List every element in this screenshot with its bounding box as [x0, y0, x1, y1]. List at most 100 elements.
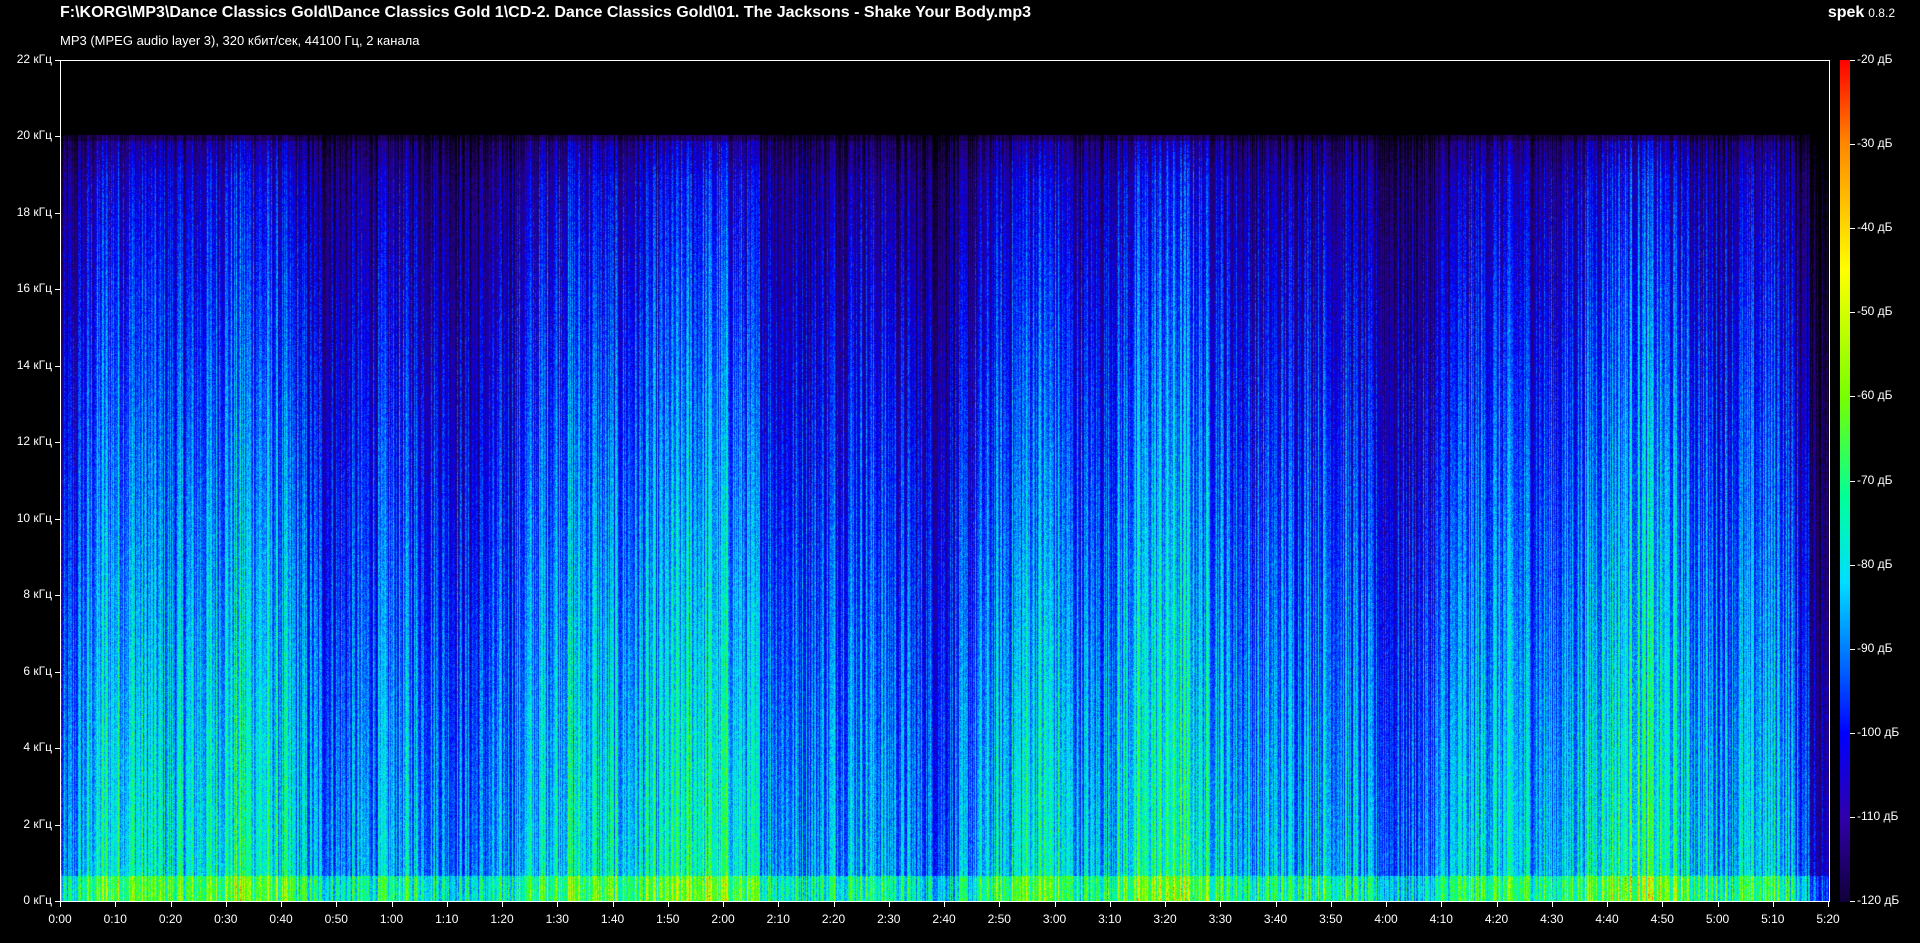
frequency-tick-label: 14 кГц: [16, 357, 52, 372]
time-tick-label: 4:40: [1595, 912, 1619, 926]
db-scale-label: -60 дБ: [1857, 388, 1893, 403]
time-tick-label: 1:20: [490, 912, 514, 926]
frequency-tick: [55, 595, 60, 596]
db-scale-label: -100 дБ: [1857, 724, 1900, 739]
time-tick-label: 4:50: [1650, 912, 1674, 926]
time-tick: [944, 902, 945, 907]
db-scale-label: -110 дБ: [1857, 808, 1899, 823]
time-tick-label: 5:20: [1816, 912, 1840, 926]
time-tick-label: 3:40: [1263, 912, 1288, 926]
time-tick-label: 3:50: [1319, 912, 1343, 926]
frequency-tick: [55, 442, 60, 443]
time-tick: [1718, 902, 1719, 907]
frequency-tick-label: 20 кГц: [16, 128, 52, 143]
frequency-tick: [55, 213, 60, 214]
spectrogram-image: [61, 61, 1829, 901]
time-tick: [1276, 902, 1277, 907]
app-name: spek: [1827, 4, 1865, 21]
db-scale-tick: [1850, 228, 1855, 229]
frequency-tick-label: 18 кГц: [16, 204, 52, 219]
frequency-tick-label: 2 кГц: [23, 816, 52, 831]
time-tick-label: 3:00: [1042, 912, 1067, 926]
time-tick-label: 5:10: [1761, 912, 1785, 926]
time-tick: [447, 902, 448, 907]
time-tick-label: 0:30: [214, 912, 238, 926]
db-scale-tick: [1850, 901, 1855, 902]
time-tick: [834, 902, 835, 907]
frequency-tick-label: 12 кГц: [16, 434, 52, 449]
time-tick-label: 1:00: [379, 912, 404, 926]
frequency-tick-label: 4 кГц: [23, 740, 52, 755]
time-tick: [1607, 902, 1608, 907]
time-tick-label: 2:30: [877, 912, 901, 926]
time-tick-label: 4:10: [1429, 912, 1453, 926]
time-tick-label: 2:40: [932, 912, 956, 926]
frequency-tick: [55, 672, 60, 673]
time-tick: [1331, 902, 1332, 907]
time-tick: [613, 902, 614, 907]
frequency-tick-label: 22 кГц: [16, 52, 52, 66]
frequency-tick-label: 10 кГц: [16, 510, 52, 525]
time-tick-label: 3:10: [1098, 912, 1122, 926]
time-tick: [392, 902, 393, 907]
time-tick: [1055, 902, 1056, 907]
frequency-tick-label: 16 кГц: [16, 281, 52, 296]
time-tick: [171, 902, 172, 907]
time-tick-label: 4:20: [1484, 912, 1509, 926]
db-scale-tick: [1850, 733, 1855, 734]
time-tick: [281, 902, 282, 907]
time-tick: [115, 902, 116, 907]
time-tick-label: 0:20: [158, 912, 183, 926]
time-tick: [1165, 902, 1166, 907]
time-tick-label: 0:10: [103, 912, 127, 926]
time-tick: [999, 902, 1000, 907]
db-scale-label: -40 дБ: [1857, 220, 1893, 235]
db-scale-tick: [1850, 817, 1855, 818]
db-scale-tick: [1850, 312, 1855, 313]
db-scale-label: -80 дБ: [1857, 556, 1893, 571]
app-version: 0.8.2: [1868, 6, 1895, 20]
db-scale-label: -120 дБ: [1857, 893, 1900, 907]
frequency-tick: [55, 825, 60, 826]
time-tick-label: 1:30: [545, 912, 569, 926]
db-scale-label: -50 дБ: [1857, 304, 1893, 319]
db-scale-label: -90 дБ: [1857, 640, 1893, 655]
db-scale-tick: [1850, 60, 1855, 61]
frequency-tick-label: 6 кГц: [23, 663, 52, 678]
time-tick: [336, 902, 337, 907]
spectrogram-plot[interactable]: [60, 60, 1830, 902]
time-tick: [1828, 902, 1829, 907]
time-tick-label: 4:00: [1374, 912, 1398, 926]
time-tick-label: 0:40: [269, 912, 293, 926]
db-scale-tick: [1850, 565, 1855, 566]
time-tick: [1441, 902, 1442, 907]
time-tick-label: 0:00: [48, 912, 72, 926]
time-tick: [889, 902, 890, 907]
time-tick: [502, 902, 503, 907]
frequency-tick: [55, 366, 60, 367]
time-tick-label: 2:10: [766, 912, 790, 926]
db-scale-tick: [1850, 144, 1855, 145]
time-tick-label: 1:50: [656, 912, 680, 926]
time-tick: [778, 902, 779, 907]
time-tick-label: 5:00: [1705, 912, 1730, 926]
frequency-tick: [55, 136, 60, 137]
db-scale-label: -70 дБ: [1857, 472, 1893, 487]
time-tick-label: 4:30: [1540, 912, 1564, 926]
db-color-scale: [1840, 60, 1850, 902]
audio-format-info: MP3 (MPEG audio layer 3), 320 кбит/сек, …: [60, 33, 420, 48]
time-tick: [668, 902, 669, 907]
db-scale-tick: [1850, 649, 1855, 650]
app-logo: spek 0.8.2: [1828, 4, 1895, 22]
time-tick: [723, 902, 724, 907]
db-scale-label: -30 дБ: [1857, 136, 1893, 151]
time-tick-label: 2:00: [711, 912, 735, 926]
frequency-tick-label: 0 кГц: [23, 893, 52, 907]
time-tick-label: 1:40: [600, 912, 625, 926]
time-tick-label: 3:20: [1153, 912, 1177, 926]
db-scale-tick: [1850, 481, 1855, 482]
frequency-tick-label: 8 кГц: [23, 587, 52, 602]
time-tick-label: 3:30: [1208, 912, 1232, 926]
time-tick-label: 0:50: [324, 912, 348, 926]
spek-window: F:\KORG\MP3\Dance Classics Gold\Dance Cl…: [0, 0, 1920, 943]
